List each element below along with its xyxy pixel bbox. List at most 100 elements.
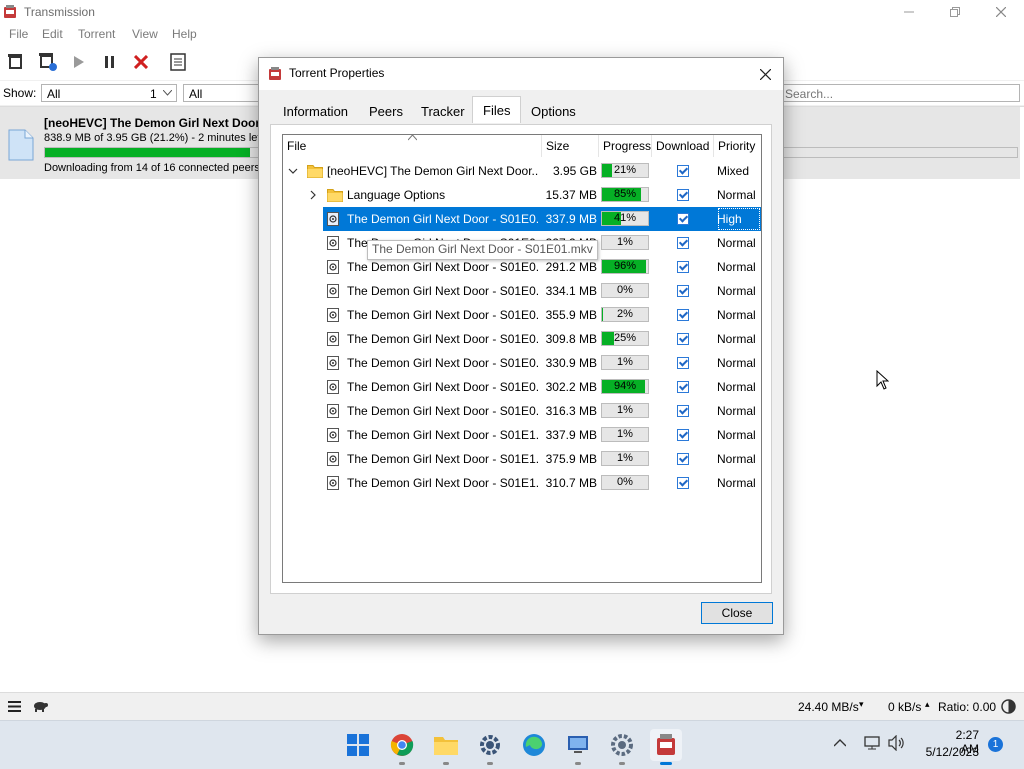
properties-button[interactable] <box>168 52 188 72</box>
close-window-button[interactable] <box>978 0 1024 24</box>
file-row[interactable]: The Demon Girl Next Door - S01E1... 310.7… <box>283 471 761 495</box>
download-checkbox[interactable] <box>677 453 689 465</box>
taskbar-settings-gear[interactable] <box>606 729 638 765</box>
column-header-size[interactable]: Size <box>542 135 599 157</box>
file-priority[interactable]: Normal <box>717 255 761 279</box>
torrent-properties-dialog: Torrent Properties Information Peers Tra… <box>258 57 784 635</box>
open-torrent-button[interactable] <box>6 52 26 72</box>
folder-row[interactable]: Language Options 15.37 MB 85% Normal <box>283 183 761 207</box>
open-url-button[interactable] <box>38 52 58 72</box>
taskbar-transmission[interactable] <box>650 729 682 765</box>
tab-information[interactable]: Information <box>273 99 358 123</box>
video-file-icon <box>327 308 339 322</box>
clock-date[interactable]: 5/12/2023 <box>921 745 979 759</box>
download-checkbox[interactable] <box>677 357 689 369</box>
download-checkbox[interactable] <box>677 429 689 441</box>
download-checkbox[interactable] <box>677 309 689 321</box>
file-row[interactable]: The Demon Girl Next Door - S01E0... 355.9… <box>283 303 761 327</box>
file-priority[interactable]: Normal <box>717 279 761 303</box>
tracker-filter-combo[interactable]: All <box>183 84 263 102</box>
menu-help[interactable]: Help <box>172 27 197 41</box>
file-row[interactable]: The Demon Girl Next Door - S01E0... 334.1… <box>283 279 761 303</box>
column-header-priority[interactable]: Priority <box>714 135 761 157</box>
download-checkbox[interactable] <box>677 261 689 273</box>
volume-icon[interactable] <box>888 735 906 751</box>
search-input[interactable]: Search... <box>774 84 1020 102</box>
download-checkbox[interactable] <box>677 477 689 489</box>
turtle-icon[interactable] <box>32 700 48 712</box>
menu-file[interactable]: File <box>9 27 28 41</box>
column-header-progress[interactable]: Progress <box>599 135 652 157</box>
menu-edit[interactable]: Edit <box>42 27 63 41</box>
file-priority[interactable]: Normal <box>717 399 761 423</box>
menu-view[interactable]: View <box>132 27 158 41</box>
category-filter-combo[interactable]: All 1 <box>41 84 177 102</box>
start-button[interactable] <box>342 729 374 761</box>
file-progress-label: 1% <box>617 404 633 416</box>
file-progress-label: 21% <box>613 164 637 176</box>
file-priority[interactable]: Mixed <box>717 159 761 183</box>
start-button[interactable] <box>69 52 89 72</box>
minimize-icon <box>904 11 914 13</box>
file-row[interactable]: The Demon Girl Next Door - S01E0... 337.9… <box>283 207 761 231</box>
taskbar-chrome[interactable] <box>386 729 418 765</box>
file-row[interactable]: The Demon Girl Next Door - S01E1... 337.9… <box>283 423 761 447</box>
file-priority[interactable]: Normal <box>717 351 761 375</box>
download-checkbox[interactable] <box>677 285 689 297</box>
file-priority[interactable]: Normal <box>717 183 761 207</box>
file-priority[interactable]: Normal <box>717 303 761 327</box>
close-button[interactable]: Close <box>701 602 773 624</box>
files-tree: File Size Progress Download Priority [ne… <box>282 134 762 583</box>
chevron-down-icon[interactable] <box>288 166 298 176</box>
network-icon[interactable] <box>864 735 880 751</box>
video-file-icon <box>327 284 339 298</box>
dialog-title: Torrent Properties <box>289 66 385 80</box>
tab-files[interactable]: Files <box>472 96 522 123</box>
file-priority[interactable]: Normal <box>717 423 761 447</box>
file-row[interactable]: The Demon Girl Next Door - S01E1... 375.9… <box>283 447 761 471</box>
ratio-label[interactable]: Ratio: 0.00 <box>938 700 996 714</box>
menu-torrent[interactable]: Torrent <box>78 27 115 41</box>
file-row[interactable]: The Demon Girl Next Door - S01E0... 309.8… <box>283 327 761 351</box>
download-checkbox[interactable] <box>677 165 689 177</box>
file-priority[interactable]: Normal <box>717 231 761 255</box>
file-row[interactable]: The Demon Girl Next Door - S01E0... 302.2… <box>283 375 761 399</box>
folder-row[interactable]: [neoHEVC] The Demon Girl Next Door... 3.9… <box>283 159 761 183</box>
dialog-close-x-button[interactable] <box>755 64 775 84</box>
notification-badge[interactable]: 1 <box>988 737 1003 752</box>
download-checkbox[interactable] <box>677 381 689 393</box>
restore-button[interactable] <box>932 0 978 24</box>
taskbar-file-explorer[interactable] <box>430 729 462 765</box>
download-checkbox[interactable] <box>677 189 689 201</box>
tab-peers[interactable]: Peers <box>359 99 413 123</box>
file-progress-bar: 1% <box>601 235 649 250</box>
file-priority[interactable]: Normal <box>717 471 761 495</box>
minimize-button[interactable] <box>886 0 932 24</box>
taskbar-remote-desktop[interactable] <box>562 729 594 765</box>
tab-options[interactable]: Options <box>521 99 586 123</box>
transmission-icon <box>657 734 675 755</box>
file-progress-label: 85% <box>613 188 637 200</box>
file-priority[interactable]: Normal <box>717 327 761 351</box>
file-row[interactable]: The Demon Girl Next Door - S01E0... 316.3… <box>283 399 761 423</box>
taskbar-edge[interactable] <box>518 729 550 761</box>
download-checkbox[interactable] <box>677 213 689 225</box>
chevron-up-icon[interactable] <box>834 739 846 747</box>
remove-button[interactable] <box>131 52 151 72</box>
menu-icon[interactable] <box>8 701 21 712</box>
pause-button[interactable] <box>100 52 120 72</box>
taskbar-settings[interactable] <box>474 729 506 765</box>
tab-tracker[interactable]: Tracker <box>411 99 475 123</box>
ratio-mode-icon[interactable] <box>1001 699 1016 714</box>
download-checkbox[interactable] <box>677 237 689 249</box>
column-header-download[interactable]: Download <box>652 135 714 157</box>
download-checkbox[interactable] <box>677 405 689 417</box>
file-priority[interactable]: Normal <box>717 375 761 399</box>
file-priority[interactable]: Normal <box>717 447 761 471</box>
file-row[interactable]: The Demon Girl Next Door - S01E0... 330.9… <box>283 351 761 375</box>
file-size: 337.9 MB <box>545 212 597 226</box>
video-file-icon <box>327 356 339 370</box>
file-priority[interactable]: High <box>717 207 761 231</box>
chevron-right-icon[interactable] <box>308 190 318 200</box>
download-checkbox[interactable] <box>677 333 689 345</box>
